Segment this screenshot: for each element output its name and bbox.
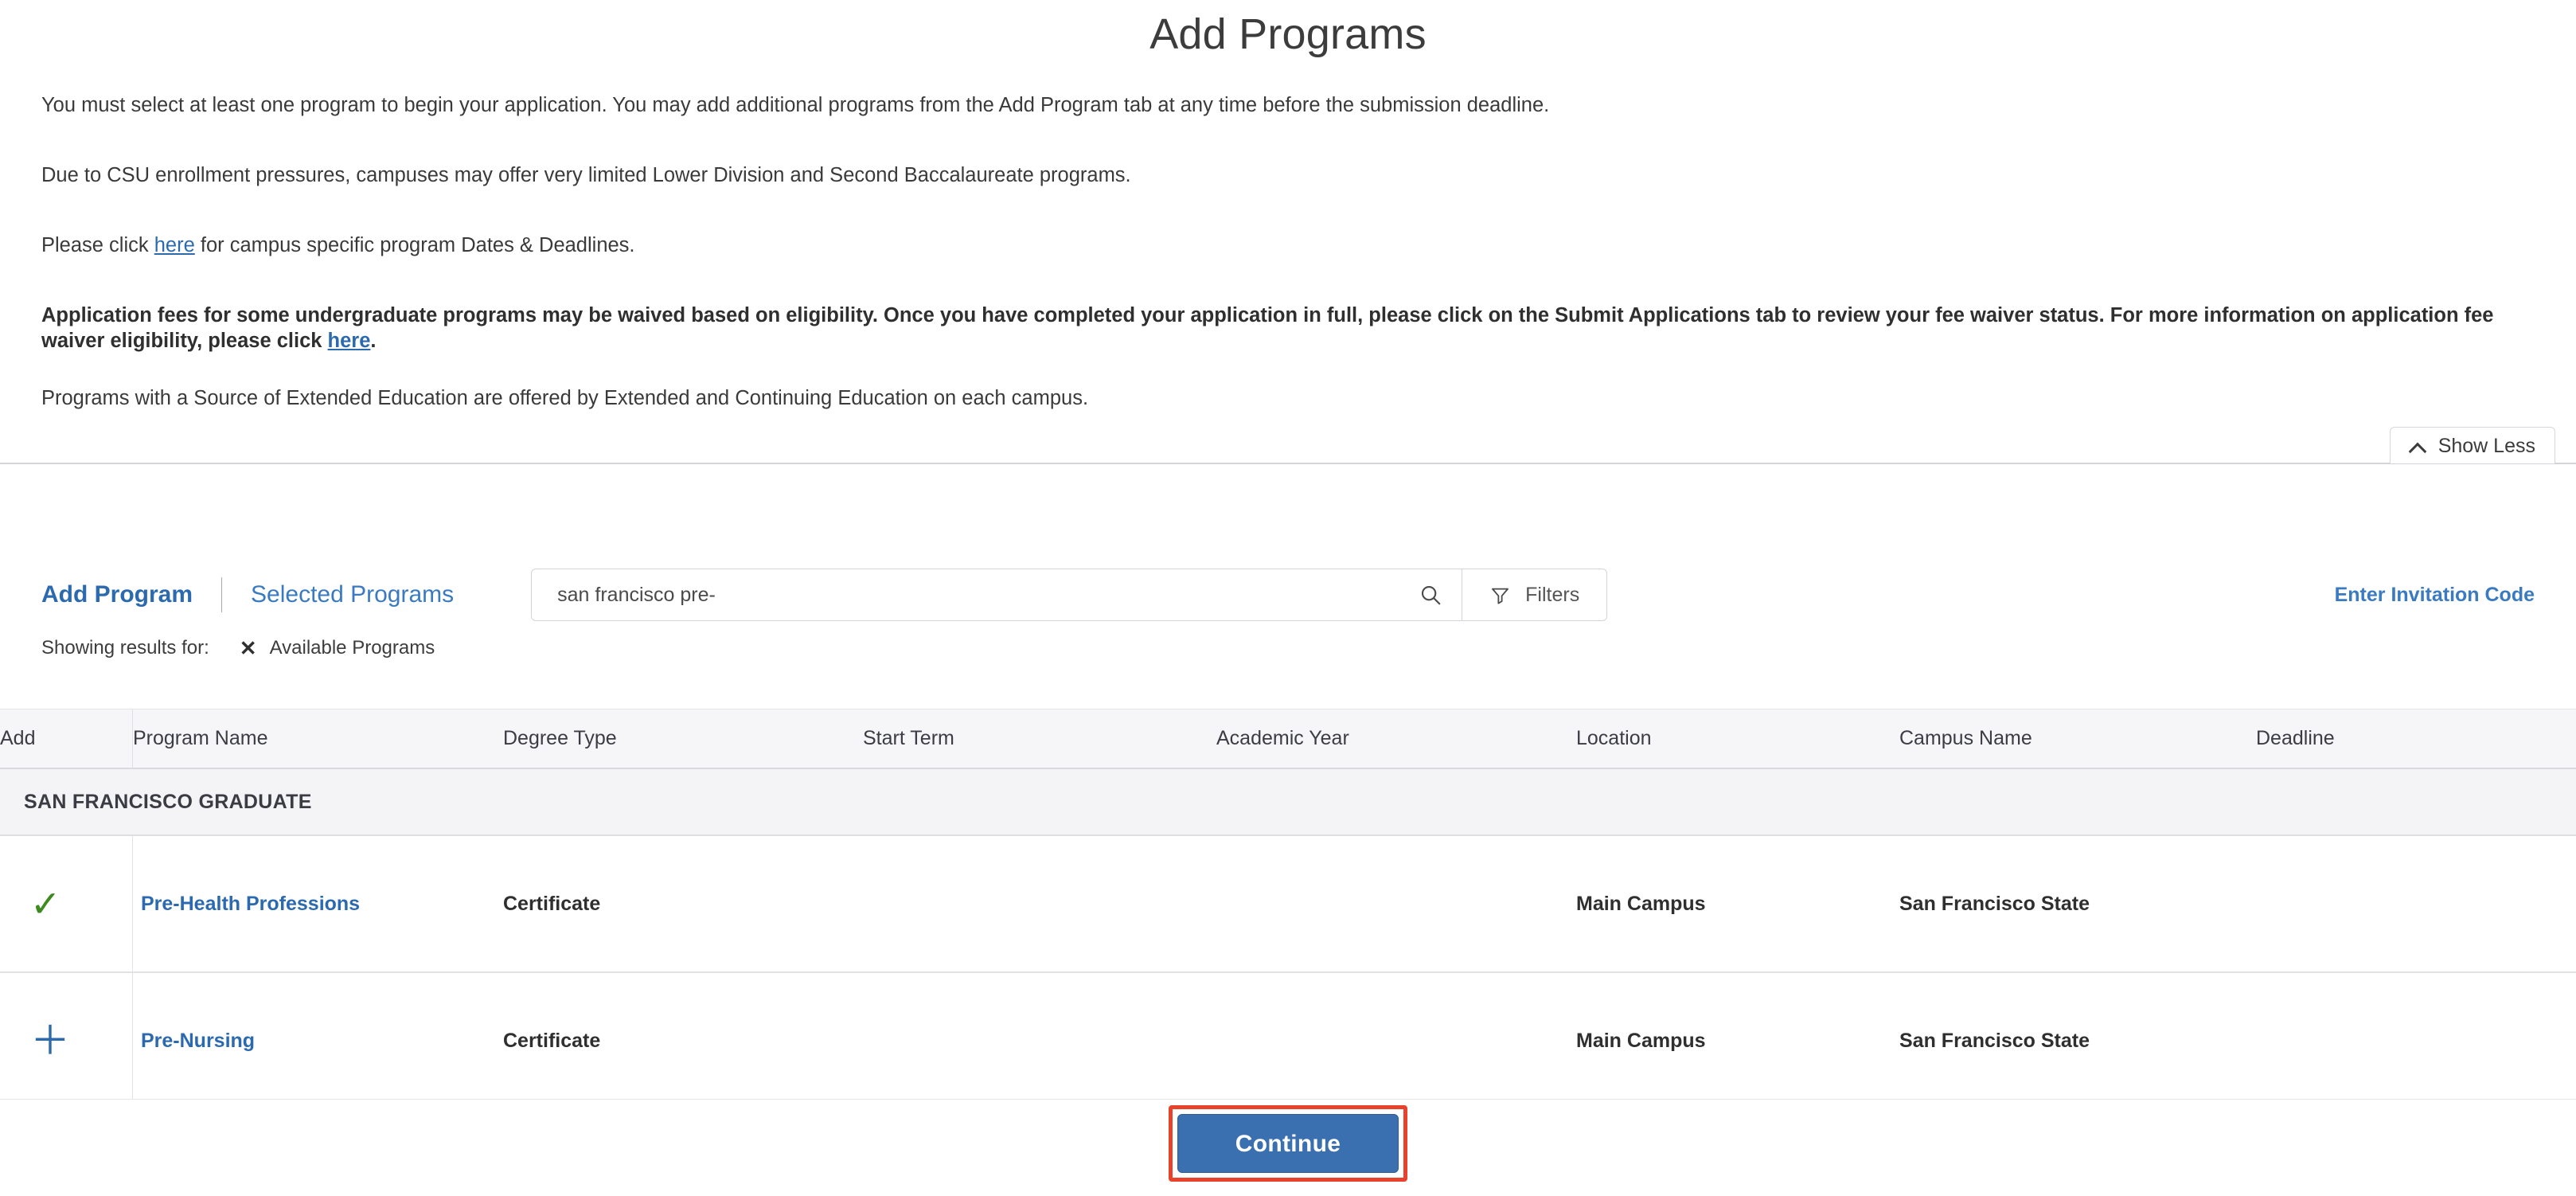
table-header-row: Add Program Name Degree Type Start Term … — [0, 709, 2576, 769]
column-header-location: Location — [1576, 727, 1899, 750]
check-icon: ✓ — [30, 885, 61, 922]
row-add-toggle[interactable]: ✓ — [0, 836, 132, 971]
column-header-program-name: Program Name — [132, 709, 503, 769]
row-program-name-cell: Pre-Nursing — [132, 973, 503, 1108]
row-academic-year — [1216, 836, 1576, 971]
tab-selected-programs[interactable]: Selected Programs — [251, 581, 454, 608]
section-divider — [0, 463, 2576, 464]
intro-paragraph-1: You must select at least one program to … — [41, 93, 2535, 119]
filter-chip-available-programs[interactable]: ✕ Available Programs — [240, 637, 435, 659]
search-group: Filters — [531, 569, 1607, 621]
showing-results-row: Showing results for: ✕ Available Program… — [41, 637, 435, 659]
page-title: Add Programs — [0, 0, 2576, 58]
footer-bar: Continue — [0, 1099, 2576, 1196]
tab-add-program[interactable]: Add Program — [41, 581, 193, 608]
intro-p4-before: Application fees for some undergraduate … — [41, 304, 2493, 352]
column-header-campus-name: Campus Name — [1899, 727, 2256, 750]
chevron-up-icon — [2410, 441, 2427, 451]
column-header-add: Add — [0, 727, 132, 750]
row-add-toggle[interactable]: ＋ — [0, 973, 132, 1108]
plus-icon: ＋ — [30, 1021, 70, 1061]
show-less-label: Show Less — [2438, 435, 2535, 458]
row-location: Main Campus — [1576, 973, 1899, 1108]
intro-p3-before: Please click — [41, 234, 154, 256]
filters-label: Filters — [1525, 584, 1579, 607]
column-header-academic-year: Academic Year — [1216, 727, 1576, 750]
row-program-name-cell: Pre-Health Professions — [132, 836, 503, 971]
continue-highlight-box: Continue — [1169, 1105, 1407, 1182]
intro-paragraph-4: Application fees for some undergraduate … — [41, 303, 2535, 354]
programs-table: Add Program Name Degree Type Start Term … — [0, 709, 2576, 1110]
search-field-wrapper — [532, 569, 1399, 620]
program-name-link[interactable]: Pre-Nursing — [141, 1030, 255, 1053]
filter-icon — [1489, 584, 1511, 606]
row-deadline — [2256, 973, 2576, 1108]
enter-invitation-code-link[interactable]: Enter Invitation Code — [2335, 584, 2535, 607]
program-name-link[interactable]: Pre-Health Professions — [141, 893, 360, 916]
search-input[interactable] — [557, 584, 1374, 607]
table-group-header: SAN FRANCISCO GRADUATE — [0, 769, 2576, 836]
row-location: Main Campus — [1576, 836, 1899, 971]
row-degree-type: Certificate — [503, 973, 863, 1108]
row-start-term — [863, 973, 1216, 1108]
row-start-term — [863, 836, 1216, 971]
search-button[interactable] — [1399, 569, 1462, 620]
row-campus-name: San Francisco State — [1899, 836, 2256, 971]
intro-paragraph-5: Programs with a Source of Extended Educa… — [41, 386, 2535, 412]
programs-toolbar: Add Program Selected Programs Filters En… — [0, 567, 2576, 623]
showing-results-label: Showing results for: — [41, 637, 209, 659]
intro-paragraph-2: Due to CSU enrollment pressures, campuse… — [41, 163, 2535, 189]
intro-p3-after: for campus specific program Dates & Dead… — [195, 234, 635, 256]
filters-button[interactable]: Filters — [1462, 569, 1606, 620]
filter-chip-label: Available Programs — [270, 637, 435, 659]
dates-deadlines-link[interactable]: here — [154, 234, 195, 256]
row-academic-year — [1216, 973, 1576, 1108]
show-less-button[interactable]: Show Less — [2390, 427, 2555, 463]
column-header-start-term: Start Term — [863, 727, 1216, 750]
table-row[interactable]: ✓ Pre-Health Professions Certificate Mai… — [0, 836, 2576, 973]
intro-p4-after: . — [370, 330, 376, 352]
row-campus-name: San Francisco State — [1899, 973, 2256, 1108]
continue-button[interactable]: Continue — [1177, 1114, 1399, 1173]
search-icon — [1419, 583, 1442, 607]
close-icon[interactable]: ✕ — [240, 638, 257, 659]
row-deadline — [2256, 836, 2576, 971]
intro-text-block: You must select at least one program to … — [0, 93, 2576, 411]
table-row[interactable]: ＋ Pre-Nursing Certificate Main Campus Sa… — [0, 973, 2576, 1110]
column-header-deadline: Deadline — [2256, 727, 2576, 750]
row-degree-type: Certificate — [503, 836, 863, 971]
program-tabs: Add Program Selected Programs — [41, 577, 454, 612]
tab-separator — [221, 577, 222, 612]
intro-paragraph-3: Please click here for campus specific pr… — [41, 233, 2535, 259]
column-header-degree-type: Degree Type — [503, 727, 863, 750]
fee-waiver-link[interactable]: here — [328, 330, 371, 352]
